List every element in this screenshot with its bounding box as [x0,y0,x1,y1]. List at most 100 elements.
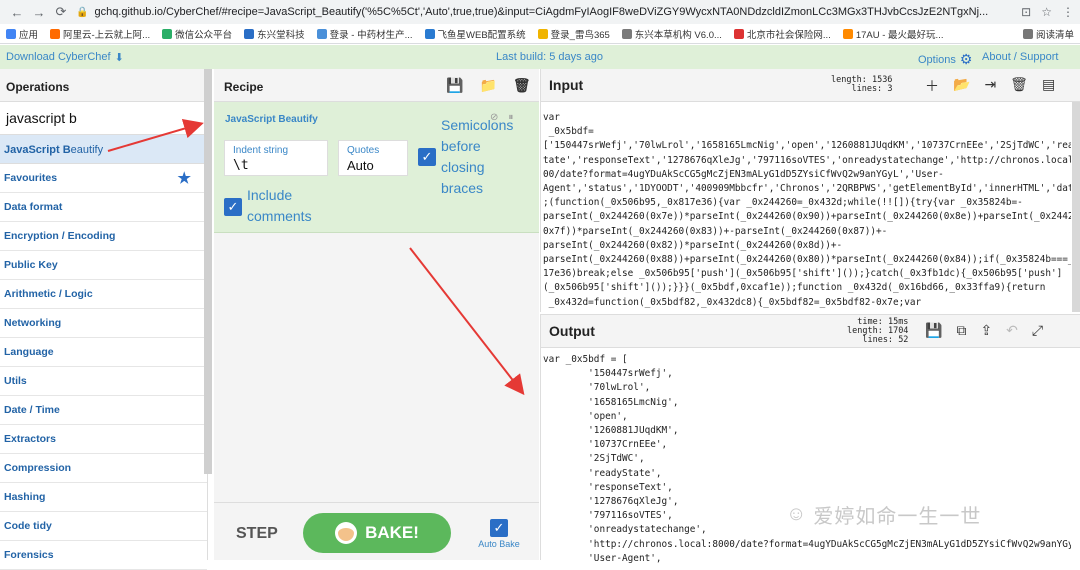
download-link[interactable]: Download CyberChef ⬇ [6,51,124,64]
bookmark-dongxing-bencao[interactable]: 东兴本草机构 V6.0... [621,27,722,41]
bookmark-apps[interactable]: 应用 [6,27,38,41]
lock-icon: 🔒 [76,6,89,18]
translate-icon[interactable]: ⊡ [1021,5,1031,19]
url-field[interactable]: 🔒 gchq.github.io/CyberChef/#recipe=JavaS… [76,2,1015,22]
input-line: _0x432d=function(_0x5bdf82,_0x432dc8){_0… [543,296,922,308]
operations-scrollbar[interactable] [204,69,212,474]
output-line: '1260881JUqdKM', [543,425,679,437]
category-data-format[interactable]: Data format [0,193,207,222]
open-file-icon[interactable]: ⇥ [984,76,996,96]
undo-icon[interactable]: ↶ [1006,322,1018,339]
include-comments-label-line: comments [247,208,312,224]
bookmark-social-insurance[interactable]: 北京市社会保险网... [733,27,831,41]
recipe-panel: Recipe 💾 📁 🗑 JavaScript Beautify ⊘ ⏸ Ind… [214,69,539,560]
download-icon: ⬇ [114,51,124,64]
search-result-javascript-beautify[interactable]: JavaScript Beautify [0,135,207,164]
input-line: _0x5bdf= [543,126,594,138]
output-line: 'responseText', [543,481,673,493]
input-scrollbar[interactable] [1072,102,1080,312]
clear-icon[interactable]: 🗑 [1010,76,1028,96]
apps-icon [6,28,16,39]
menu-icon[interactable]: ⋮ [1062,5,1074,19]
back-icon[interactable]: ← [6,5,28,20]
site-icon [733,28,744,39]
semicolons-checkbox[interactable]: ✓ [418,148,436,166]
output-toolbar: 💾 ⧉ ⇪ ↶ ⤢ [925,322,1043,339]
input-textarea[interactable]: var _0x5bdf= ['150447srWefj','70lwLrol','… [543,111,1071,310]
trash-icon[interactable]: 🗑 [513,77,531,94]
bookmark-star-icon[interactable]: ☆ [1041,5,1052,19]
bake-label: BAKE! [365,523,419,542]
indent-string-field[interactable]: Indent string \t [224,140,328,176]
output-text[interactable]: var _0x5bdf = [ '150447srWefj', '70lwLro… [543,353,1071,566]
forward-icon[interactable]: → [28,5,50,20]
input-line: Agent','status','1DYOODT','400909Mbbcfr'… [543,183,1071,195]
operation-title: JavaScript Beautify [225,114,318,125]
bookmark-dongxingtang[interactable]: 东兴堂科技 [244,27,305,41]
bookmark-login-herbs[interactable]: 登录 - 中药材生产... [316,27,413,41]
input-line: var [543,112,560,123]
open-folder-icon[interactable]: 📂 [953,76,970,96]
output-line: 'http://chronos.local:8000/date?format=4… [543,538,1071,550]
category-favourites[interactable]: Favourites ★ [0,164,207,193]
include-comments-checkbox[interactable]: ✓ [224,198,242,216]
operations-search-input[interactable]: javascript b [0,102,207,135]
output-line: '2SjTdWC', [543,453,645,465]
options-link[interactable]: Options ⚙ [918,51,972,68]
browser-address-bar: ← → ⟳ 🔒 gchq.github.io/CyberChef/#recipe… [0,0,1080,24]
category-hashing[interactable]: Hashing [0,483,207,512]
output-line: '150447srWefj', [543,368,673,380]
input-toolbar: ＋ 📂 ⇥ 🗑 ▤ [925,76,1055,96]
category-encryption-encoding[interactable]: Encryption / Encoding [0,222,207,251]
category-extractors[interactable]: Extractors [0,425,207,454]
bookmark-17au[interactable]: 17AU - 最火最好玩... [842,27,943,41]
semicolons-label: Semicolons before closing braces [441,115,513,199]
output-line: var _0x5bdf = [ [543,354,628,365]
layout-icon[interactable]: ▤ [1042,76,1055,96]
category-networking[interactable]: Networking [0,309,207,338]
bake-button[interactable]: BAKE! [303,513,451,553]
semicolons-label-line: braces [441,180,484,196]
quotes-field[interactable]: Quotes Auto [338,140,408,176]
output-line: '1658165LmcNig', [543,396,679,408]
watermark: ☺ 爱婷如命一生一世 [786,500,981,529]
category-date-time[interactable]: Date / Time [0,396,207,425]
maximise-icon[interactable]: ⤢ [1032,322,1043,339]
auto-bake-checkbox[interactable]: ✓ [490,519,508,537]
quotes-label: Quotes [347,145,380,156]
bookmark-aliyun[interactable]: 阿里云-上云就上阿... [50,27,150,41]
category-language[interactable]: Language [0,338,207,367]
reload-icon[interactable]: ⟳ [50,4,72,20]
save-output-icon[interactable]: 💾 [925,322,942,339]
reading-list[interactable]: 阅读清单 [1022,27,1074,41]
save-icon[interactable]: 💾 [446,77,463,94]
bookmark-feiyuxing[interactable]: 飞鱼星WEB配置系统 [424,27,526,41]
folder-icon[interactable]: 📁 [479,77,496,94]
auto-bake-label: Auto Bake [478,539,520,549]
bookmark-wechat[interactable]: 微信公众平台 [162,27,232,41]
step-button[interactable]: STEP [236,525,278,543]
javascript-beautify-operation[interactable]: JavaScript Beautify ⊘ ⏸ Indent string \t… [214,102,539,233]
copy-icon[interactable]: ⧉ [956,322,966,339]
category-forensics[interactable]: Forensics [0,541,207,570]
auto-bake-toggle[interactable]: ✓ Auto Bake [476,519,522,549]
input-panel: Input length: 1536 lines: 3 ＋ 📂 ⇥ 🗑 ▤ va… [540,69,1080,312]
stat-label: lines: [862,335,894,345]
add-tab-icon[interactable]: ＋ [925,76,939,96]
category-public-key[interactable]: Public Key [0,251,207,280]
about-support-link[interactable]: About / Support [982,51,1058,63]
recipe-controls: STEP BAKE! ✓ Auto Bake [214,502,539,560]
semicolons-label-line: before [441,138,481,154]
quotes-value: Auto [347,158,374,173]
gear-icon: ⚙ [959,51,973,67]
input-lines: 3 [887,84,893,94]
category-code-tidy[interactable]: Code tidy [0,512,207,541]
replace-input-icon[interactable]: ⇪ [980,322,992,339]
star-icon: ★ [177,170,191,187]
bookmark-leiniao[interactable]: 登录_雷鸟365 [537,27,610,41]
output-title: Output [549,323,595,339]
semicolons-label-line: Semicolons [441,117,514,133]
category-arithmetic-logic[interactable]: Arithmetic / Logic [0,280,207,309]
category-compression[interactable]: Compression [0,454,207,483]
category-utils[interactable]: Utils [0,367,207,396]
